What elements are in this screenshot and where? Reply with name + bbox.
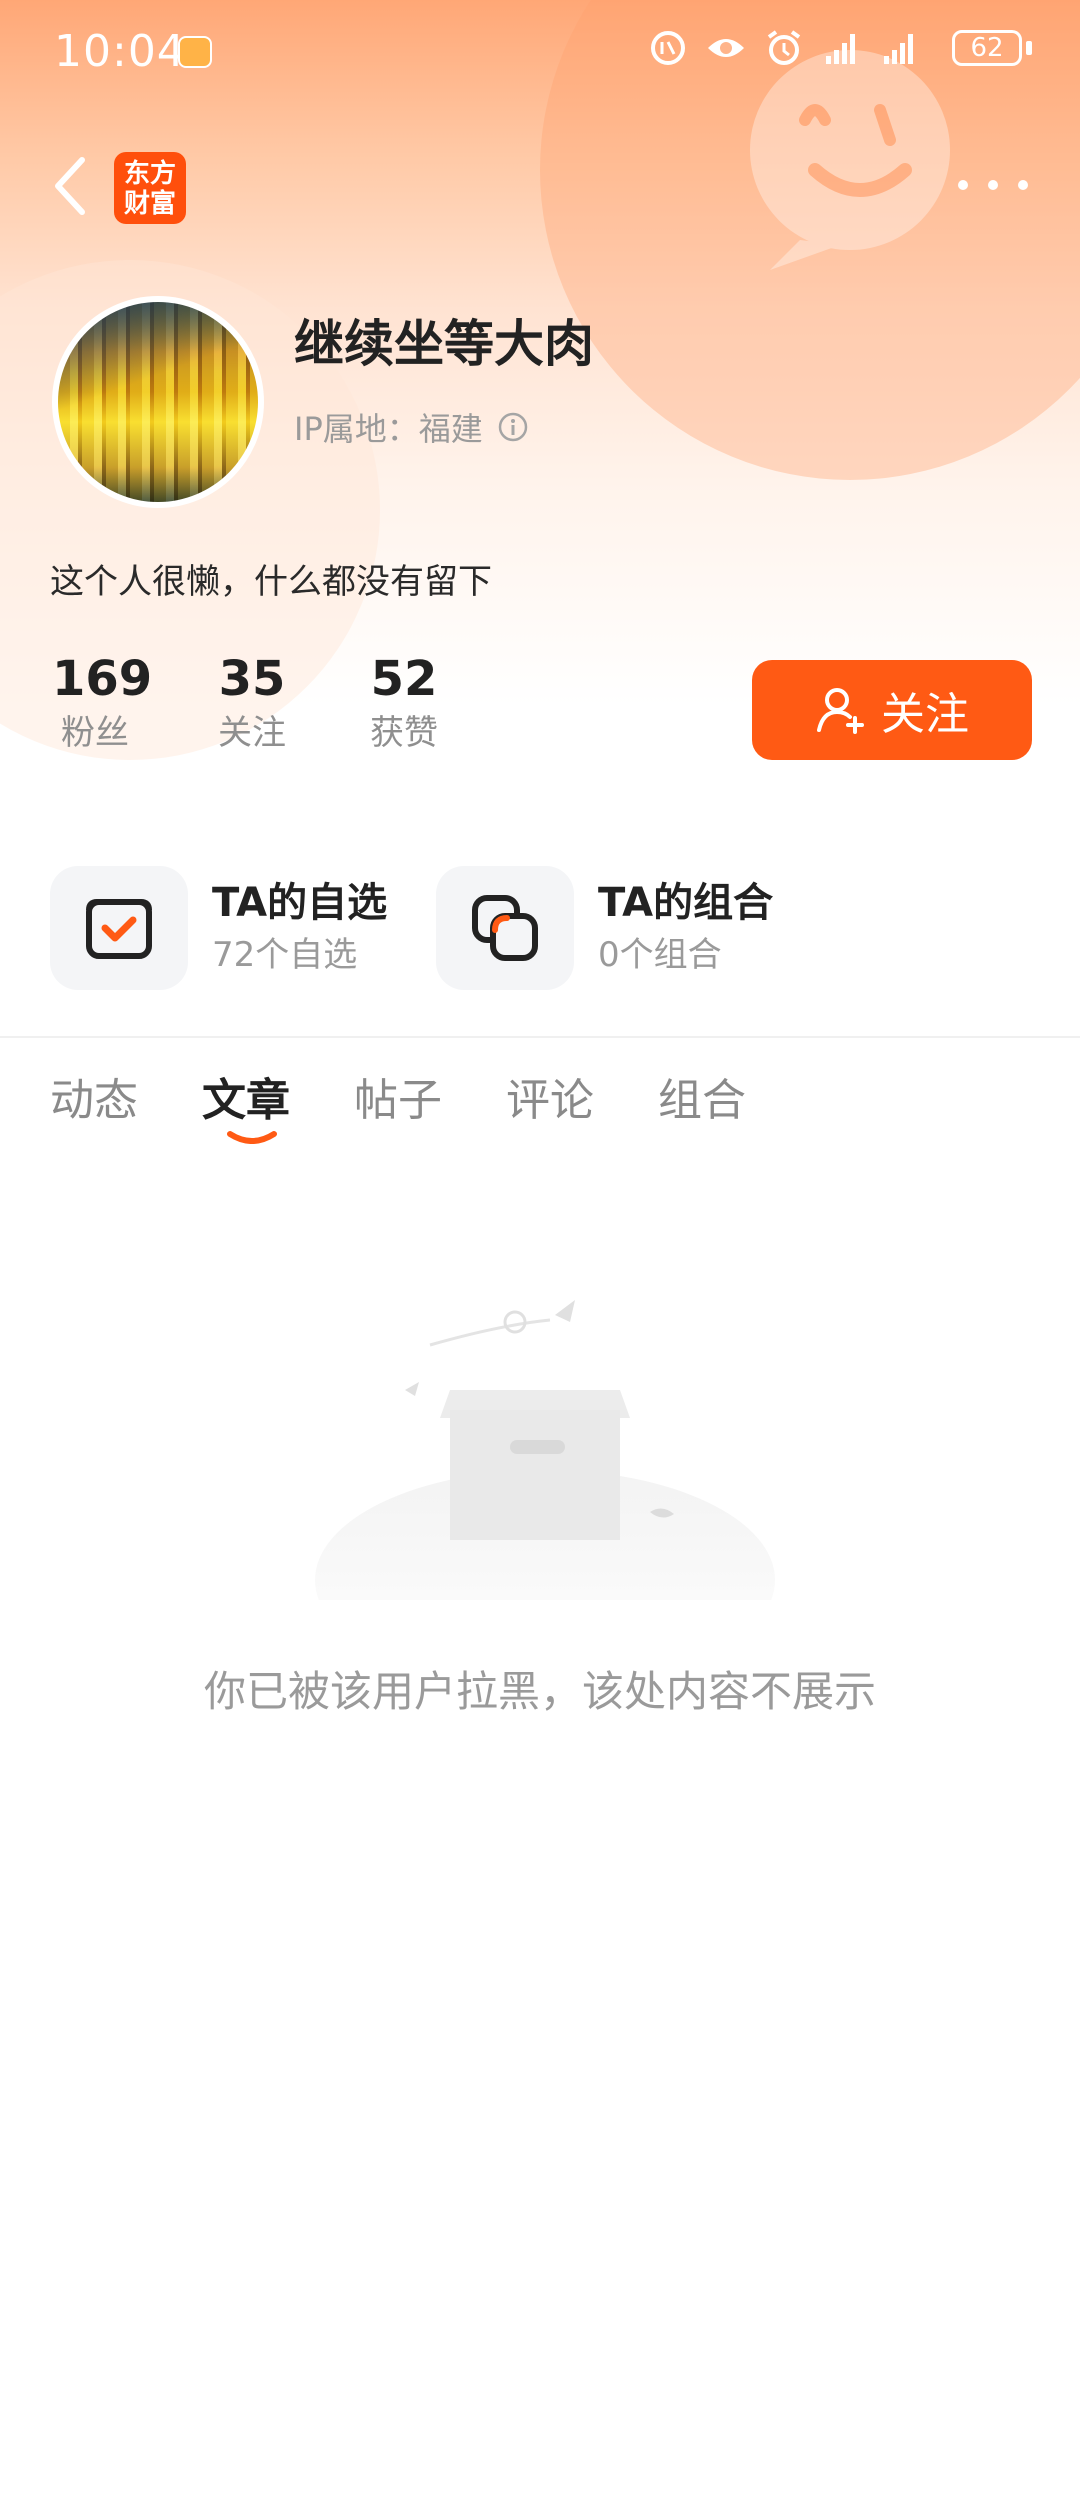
avatar-image — [58, 302, 258, 502]
active-tab-indicator — [227, 1131, 277, 1144]
stat-likes[interactable]: 52 获赞 — [364, 650, 444, 758]
battery-indicator: 62 — [952, 30, 1022, 66]
stat-fans[interactable]: 169 粉丝 — [52, 650, 153, 758]
shortcut-title: TA的组合 — [598, 880, 774, 926]
stat-label: 获赞 — [370, 713, 438, 753]
battery-tip — [1026, 41, 1032, 55]
more-dot — [958, 180, 968, 190]
follow-button-label: 关注 — [881, 690, 969, 739]
status-icons — [648, 28, 920, 68]
shortcut-icon-box — [50, 866, 188, 990]
tab-label: 文章 — [202, 1075, 290, 1126]
more-dot — [988, 180, 998, 190]
stat-value: 35 — [218, 651, 286, 707]
profile-tabs: 动态 文章 帖子 评论 组合 — [50, 1064, 746, 1144]
tab-portfolio[interactable]: 组合 — [658, 1064, 746, 1128]
empty-state-message: 你已被该用户拉黑，该处内容不展示 — [203, 1667, 876, 1716]
more-dot — [1018, 180, 1028, 190]
divider — [0, 1036, 1080, 1038]
ip-location: IP属地：福建 — [294, 404, 529, 450]
alarm-icon — [767, 30, 801, 65]
shortcut-subtitle: 72个自选 — [212, 935, 358, 975]
stat-following[interactable]: 35 关注 — [212, 650, 292, 758]
notification-app-icon — [178, 36, 212, 68]
follow-button[interactable]: 关注 — [752, 660, 1032, 760]
tab-dynamics[interactable]: 动态 — [50, 1064, 138, 1128]
stacked-squares-icon — [472, 895, 538, 961]
add-user-icon — [817, 688, 864, 734]
status-time: 10:04 — [54, 26, 186, 77]
shortcut-icon-box — [436, 866, 574, 990]
shortcut-portfolio[interactable]: TA的组合 0个组合 — [436, 866, 773, 990]
more-options-button[interactable] — [958, 170, 1028, 200]
stat-value: 52 — [370, 651, 438, 707]
status-bar: 10:04 62 — [0, 0, 1080, 104]
shortcut-title: TA的自选 — [212, 880, 388, 926]
stat-label: 关注 — [218, 713, 286, 753]
ip-location-text: IP属地：福建 — [294, 410, 483, 448]
tab-comments[interactable]: 评论 — [506, 1064, 594, 1128]
signal-icon — [826, 34, 855, 64]
data-saver-icon — [651, 31, 685, 65]
stat-value: 169 — [52, 651, 153, 707]
bio: 这个人很懒，什么都没有留下 — [50, 562, 492, 602]
checkbox-icon — [86, 899, 152, 959]
shortcut-watchlist[interactable]: TA的自选 72个自选 — [50, 866, 387, 990]
tab-articles[interactable]: 文章 — [202, 1064, 290, 1144]
app-logo: 东方 财富 — [114, 152, 186, 224]
avatar[interactable] — [52, 296, 264, 508]
tab-posts[interactable]: 帖子 — [354, 1064, 442, 1128]
back-chevron-icon[interactable] — [46, 150, 96, 222]
username: 继续坐等大肉 — [294, 315, 594, 373]
empty-box-illustration — [315, 1300, 775, 1600]
info-icon[interactable] — [497, 411, 529, 443]
stat-label: 粉丝 — [61, 713, 129, 753]
signal-icon-2 — [884, 34, 913, 64]
eye-icon — [708, 39, 744, 57]
shortcut-subtitle: 0个组合 — [598, 935, 722, 975]
